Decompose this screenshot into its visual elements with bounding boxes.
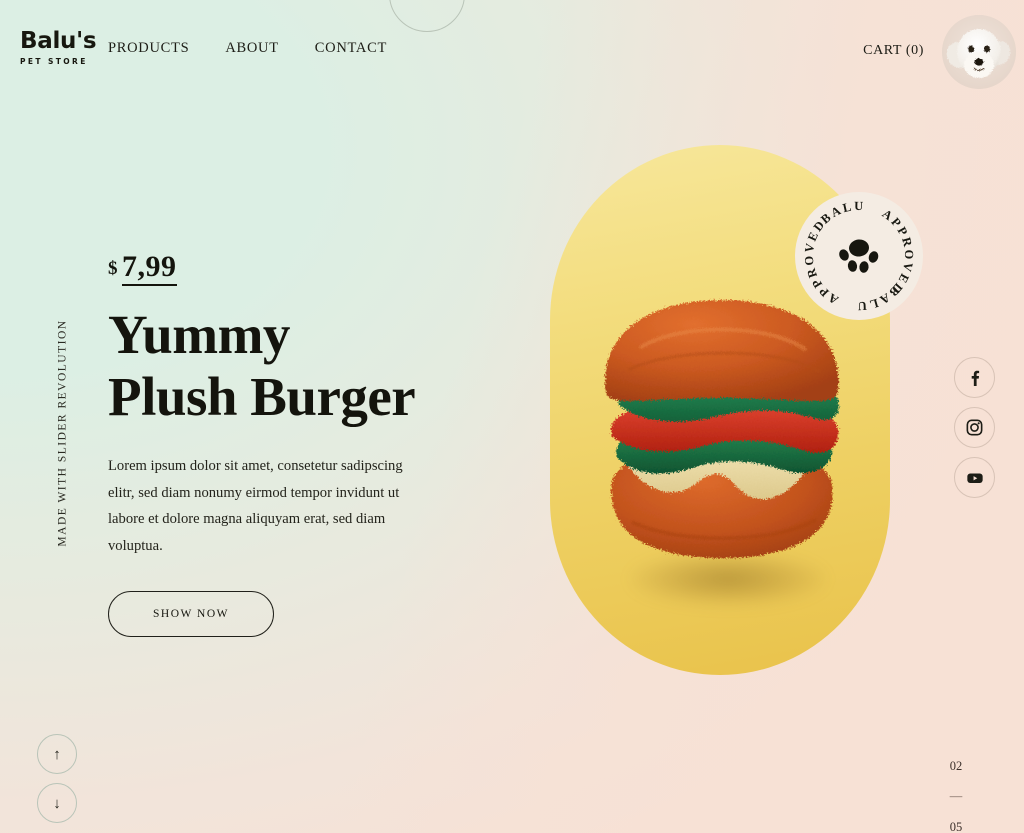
youtube-icon <box>966 473 983 483</box>
badge-text-top-1: BALU <box>818 199 866 227</box>
show-now-button[interactable]: SHOW NOW <box>108 591 274 638</box>
product-price: $7,99 <box>108 250 468 286</box>
slide-down-button[interactable]: ↓ <box>37 783 77 823</box>
main-navigation: PRODUCTS ABOUT CONTACT <box>108 40 387 57</box>
slide-current: 02 <box>949 758 963 773</box>
product-description: Lorem ipsum dolor sit amet, consetetur s… <box>108 458 403 554</box>
slide-separator: — <box>949 789 963 803</box>
hero-copy: $7,99 Yummy Plush Burger Lorem ipsum dol… <box>108 250 468 638</box>
badge-text-bottom-2: APPROVED <box>802 216 841 307</box>
badge-ring-text: BALU APPROVED BALU APPROVED <box>802 199 916 313</box>
social-rail <box>954 357 995 498</box>
badge-text-top-2: APPROVED <box>880 206 916 298</box>
slide-total: 05 <box>949 819 963 833</box>
site-logo[interactable]: Balu's PET STORE <box>20 28 97 67</box>
dog-avatar-image <box>942 15 1016 89</box>
hero-product-image <box>588 296 856 568</box>
instagram-icon <box>966 419 983 436</box>
price-value: 7,99 <box>122 250 177 286</box>
balu-approved-badge: BALU APPROVED BALU APPROVED <box>795 192 923 320</box>
facebook-icon <box>971 370 980 386</box>
title-line-2: Plush Burger <box>108 365 416 427</box>
nav-item-products[interactable]: PRODUCTS <box>108 40 189 57</box>
cart-link[interactable]: CART (0) <box>863 43 924 59</box>
title-line-1: Yummy <box>108 304 290 365</box>
social-link-youtube[interactable] <box>954 457 995 498</box>
avatar[interactable] <box>942 15 1016 89</box>
logo-main-text: Balu's <box>20 28 97 54</box>
nav-item-about[interactable]: ABOUT <box>225 40 278 57</box>
paw-icon <box>410 0 444 2</box>
slide-counter: 02 — 05 <box>941 758 971 833</box>
badge-text-bottom-1: BALU <box>855 283 902 313</box>
logo-sub-text: PET STORE <box>20 57 88 66</box>
slide-up-button[interactable]: ↑ <box>37 734 77 774</box>
slider-revolution-credit: MADE WITH SLIDER REVOLUTION <box>56 319 69 547</box>
social-link-facebook[interactable] <box>954 357 995 398</box>
currency-symbol: $ <box>108 258 118 279</box>
slider-arrows: ↑ ↓ <box>37 734 77 823</box>
page-title: Yummy Plush Burger <box>108 304 468 427</box>
site-header: Balu's PET STORE PRODUCTS ABOUT CONTACT … <box>0 0 1024 104</box>
nav-item-contact[interactable]: CONTACT <box>315 40 387 57</box>
social-link-instagram[interactable] <box>954 407 995 448</box>
